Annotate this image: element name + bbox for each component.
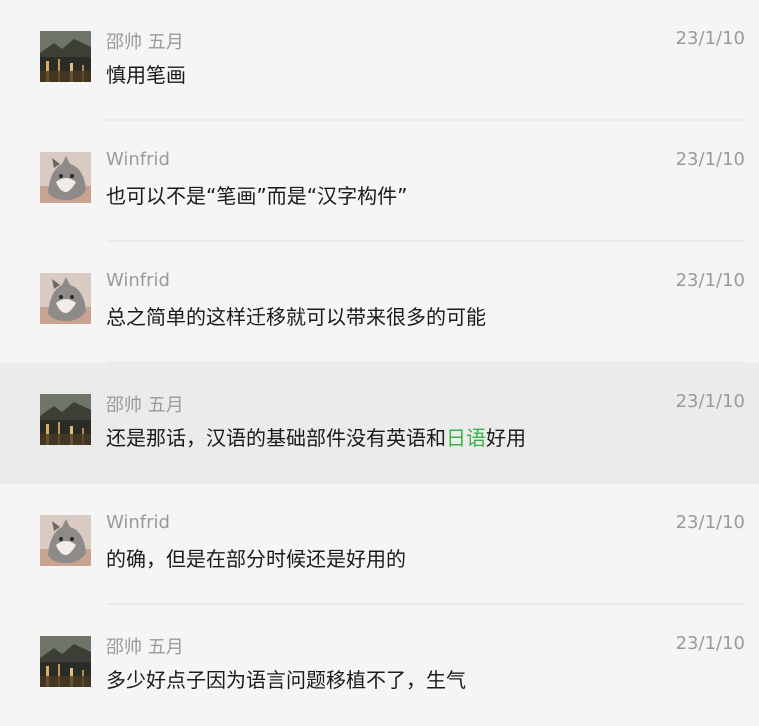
message-text: 还是那话，汉语的基础部件没有英语和日语好用 [106,422,526,451]
message-text: 总之简单的这样迁移就可以带来很多的可能 [106,305,486,329]
sender-name[interactable]: Winfrid [106,270,170,291]
avatar[interactable] [40,636,91,687]
message-item[interactable]: 邵帅 五月 23/1/10 多少好点子因为语言问题移植不了，生气 [0,605,759,726]
message-text: 的确，但是在部分时候还是好用的 [106,547,406,571]
message-item[interactable]: Winfrid 23/1/10 也可以不是“笔画”而是“汉字构件” [0,121,759,242]
sender-name[interactable]: 邵帅 五月 [106,391,184,417]
avatar[interactable] [40,394,91,445]
message-item[interactable]: Winfrid 23/1/10 总之简单的这样迁移就可以带来很多的可能 [0,242,759,363]
keyword-link[interactable]: 日语 [446,426,486,450]
cat-avatar-image [40,515,91,566]
message-text: 慎用笔画 [106,63,186,87]
avatar[interactable] [40,273,91,324]
cat-avatar-image [40,152,91,203]
sender-name[interactable]: Winfrid [106,149,170,170]
avatar[interactable] [40,31,91,82]
message-date: 23/1/10 [675,149,745,170]
avatar[interactable] [40,515,91,566]
message-item[interactable]: Winfrid 23/1/10 的确，但是在部分时候还是好用的 [0,484,759,605]
message-date: 23/1/10 [675,391,745,412]
message-date: 23/1/10 [675,270,745,291]
message-text-before: 还是那话，汉语的基础部件没有英语和 [106,426,446,450]
message-text-after: 好用 [486,426,526,450]
message-item[interactable]: 邵帅 五月 23/1/10 慎用笔画 [0,0,759,121]
night-street-avatar-image [40,31,91,82]
sender-name[interactable]: 邵帅 五月 [106,28,184,54]
message-date: 23/1/10 [675,633,745,654]
message-date: 23/1/10 [675,28,745,49]
message-text: 也可以不是“笔画”而是“汉字构件” [106,184,408,208]
message-text: 多少好点子因为语言问题移植不了，生气 [106,668,466,692]
chat-history-list: 邵帅 五月 23/1/10 慎用笔画 Winfrid 23/1/10 也可以不是… [0,0,759,726]
message-date: 23/1/10 [675,512,745,533]
night-street-avatar-image [40,636,91,687]
sender-name[interactable]: Winfrid [106,512,170,533]
avatar[interactable] [40,152,91,203]
sender-name[interactable]: 邵帅 五月 [106,633,184,659]
message-item-highlighted[interactable]: 邵帅 五月 23/1/10 还是那话，汉语的基础部件没有英语和日语好用 [0,363,759,484]
night-street-avatar-image [40,394,91,445]
cat-avatar-image [40,273,91,324]
